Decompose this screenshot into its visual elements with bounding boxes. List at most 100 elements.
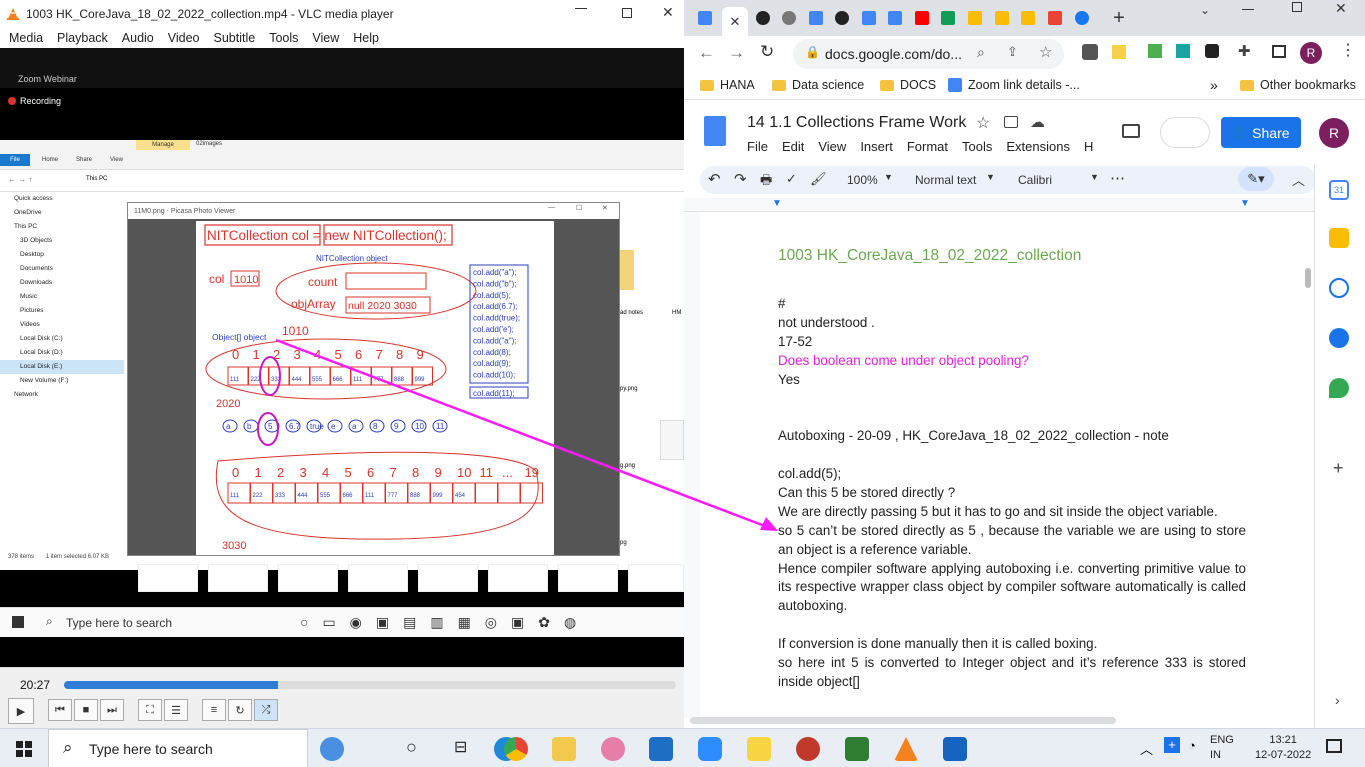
doc-title[interactable]: 14 1.1 Collections Frame Work [747,114,966,132]
bookmark-folder[interactable]: HANA [700,78,755,92]
tab-github[interactable] [752,7,774,29]
image-thumb[interactable] [348,564,408,592]
nav-item[interactable]: Videos [0,318,124,332]
tab-drive[interactable] [964,7,986,29]
loop-icon[interactable]: ↻ [228,699,252,721]
zoom-app-icon[interactable] [698,737,722,761]
contacts-icon[interactable] [1329,328,1349,348]
cloud-status-icon[interactable]: ☁ [1030,113,1045,131]
windows-icon[interactable] [12,616,24,628]
stop-icon[interactable]: ■ [74,699,98,721]
avatar[interactable]: R [1319,118,1349,148]
close-icon[interactable]: ✕ [1335,0,1347,17]
ribbon-manage-tab[interactable]: Manage [136,140,190,150]
zoom-icon[interactable]: ⌕ [977,44,985,61]
docs-logo-icon[interactable] [704,116,726,146]
redo-icon[interactable]: ↷ [734,170,747,188]
clock[interactable]: 13:21 12-07-2022 [1255,733,1311,763]
tasks-icon[interactable] [1329,278,1349,298]
menu-help[interactable]: H [1084,139,1093,154]
menu-edit[interactable]: Edit [782,139,804,154]
menu-dots-icon[interactable]: ⋮ [1340,40,1356,60]
close-icon[interactable]: ✕ [662,4,674,21]
nav-item[interactable]: Music [0,290,124,304]
menu-file[interactable]: File [747,139,768,154]
chrome-icon[interactable] [504,737,528,761]
vlc-app-icon[interactable] [894,737,918,761]
wifi-icon[interactable]: ◔ [1188,738,1196,753]
share-page-icon[interactable]: ⇪ [1007,44,1018,60]
tab-docs[interactable] [694,7,716,29]
ruler-indent-icon[interactable]: ▼ [1240,198,1250,209]
ribbon-share-tab[interactable]: Share [76,157,92,163]
maps-icon[interactable] [1329,378,1349,398]
photos-app-icon[interactable] [943,737,967,761]
nav-arrows-icon[interactable]: ← → ↑ [8,175,32,184]
forward-icon[interactable]: → [728,43,745,63]
chevron-up-icon[interactable]: ︿ [1292,170,1305,189]
playlist-icon[interactable]: ≡ [202,699,226,721]
tab-google[interactable] [1044,7,1066,29]
nav-item[interactable]: Local Disk (C:) [0,332,124,346]
maximize-icon[interactable] [1292,2,1302,12]
other-bookmarks[interactable]: Other bookmarks [1240,78,1356,92]
edit-mode-icon[interactable]: ✎▾ [1238,167,1274,191]
nav-item[interactable]: Pictures [0,304,124,318]
menu-insert[interactable]: Insert [860,139,893,154]
nav-item[interactable]: This PC [0,220,124,234]
image-thumb[interactable] [660,420,684,460]
maximize-icon[interactable] [622,8,632,18]
share-button[interactable]: 👤 Share [1221,117,1301,148]
language-indicator[interactable]: ENG IN [1210,733,1234,763]
puzzle-icon[interactable]: ✚ [1238,42,1251,60]
nav-item[interactable]: Desktop [0,248,124,262]
image-thumb[interactable] [278,564,338,592]
tab-search-icon[interactable]: ⌄ [1200,3,1210,17]
more-options-icon[interactable]: ⋯ [1110,169,1125,187]
tab-drive[interactable] [991,7,1013,29]
menu-help[interactable]: Help [353,31,379,45]
file-explorer-icon[interactable] [552,737,576,761]
task-view-icon[interactable]: ○ [406,737,417,758]
back-icon[interactable]: ← [698,43,715,63]
play-icon[interactable]: ▶ [8,698,34,724]
address-bar[interactable]: 🔒 docs.google.com/do... ⌕ ⇪ ☆ [793,39,1064,69]
fullscreen-icon[interactable]: ⛶ [138,699,162,721]
taskbar-search[interactable]: ⌕ Type here to search [48,729,308,767]
ribbon-file-tab[interactable]: File [0,154,30,166]
spellcheck-icon[interactable]: ✓ [786,171,797,187]
tab-youtube[interactable] [911,7,933,29]
vertical-scrollbar[interactable] [1305,268,1311,288]
sheets-app-icon[interactable] [845,737,869,761]
document-body[interactable]: 1003 HK_CoreJava_18_02_2022_collection #… [778,246,1246,692]
extension-icon[interactable] [1112,45,1126,59]
next-icon[interactable]: ⏭ [100,699,124,721]
chevron-right-icon[interactable]: › [1335,692,1340,708]
tab-docs[interactable] [884,7,906,29]
tab-facebook[interactable] [1071,7,1093,29]
move-icon[interactable] [1004,116,1018,128]
tab-sheets[interactable] [937,7,959,29]
image-thumb[interactable] [418,564,478,592]
print-icon[interactable]: 🖶 [760,171,772,193]
tab-github[interactable] [831,7,853,29]
nav-item[interactable]: Network [0,388,124,402]
extension-icon[interactable] [1082,44,1098,60]
menu-video[interactable]: Video [168,31,200,45]
seek-bar[interactable] [64,681,676,689]
maximize-icon[interactable]: ☐ [576,204,582,212]
ruler[interactable]: ▼ ▼ [684,198,1314,212]
shuffle-icon[interactable]: ⤮ [254,699,278,721]
sidepanel-icon[interactable] [1272,45,1286,58]
menu-tools[interactable]: Tools [269,31,298,45]
tab-docs[interactable] [805,7,827,29]
image-thumb[interactable] [208,564,268,592]
store-icon[interactable] [649,737,673,761]
extension-icon[interactable] [1176,44,1190,58]
menu-tools[interactable]: Tools [962,139,992,154]
explorer-address-bar[interactable]: ← → ↑ This PC [0,170,684,192]
tray-chevron-icon[interactable]: ︿ [1140,739,1153,758]
minimize-icon[interactable] [1242,9,1254,10]
folder-thumb[interactable] [620,250,634,290]
bookmark-folder[interactable]: DOCS [880,78,936,92]
